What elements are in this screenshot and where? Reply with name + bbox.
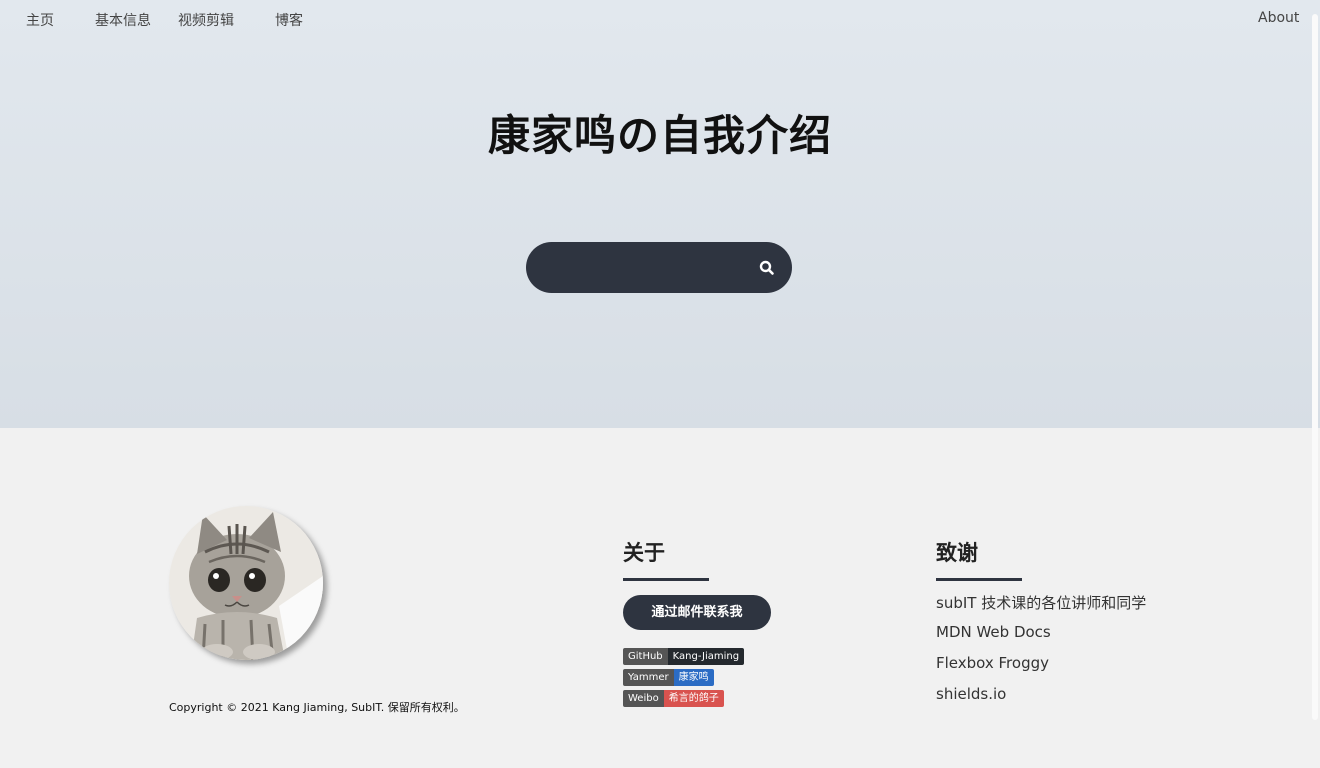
nav-item-about[interactable]: About: [1258, 10, 1299, 26]
search-input[interactable]: [546, 254, 746, 282]
thanks-link-flexbox-froggy[interactable]: Flexbox Froggy: [936, 654, 1049, 672]
about-heading-underline: [623, 578, 709, 581]
search-icon: [759, 260, 774, 275]
search-button[interactable]: [752, 253, 782, 283]
badge-label: Weibo: [623, 690, 664, 707]
weibo-badge[interactable]: Weibo 希言的鸽子: [623, 690, 724, 707]
thanks-item: subIT 技术课的各位讲师和同学: [936, 594, 1147, 612]
copyright-text: Copyright © 2021 Kang Jiaming, SubIT. 保留…: [169, 701, 465, 714]
about-heading: 关于: [623, 541, 665, 565]
thanks-heading-underline: [936, 578, 1022, 581]
thanks-link-shields[interactable]: shields.io: [936, 685, 1006, 703]
search-bar: [526, 242, 792, 293]
nav-item-home[interactable]: 主页: [26, 10, 54, 30]
nav-item-blog[interactable]: 博客: [275, 10, 303, 30]
badge-label: Yammer: [623, 669, 674, 686]
yammer-badge[interactable]: Yammer 康家鸣: [623, 669, 714, 686]
github-badge[interactable]: GitHub Kang-Jiaming: [623, 648, 745, 665]
cat-avatar-image: [169, 506, 323, 660]
thanks-link-mdn[interactable]: MDN Web Docs: [936, 623, 1051, 641]
avatar: [169, 506, 323, 660]
nav-item-basic-info[interactable]: 基本信息: [95, 10, 151, 30]
scrollbar[interactable]: [1312, 14, 1318, 720]
hero-section: 主页 基本信息 视频剪辑 博客 About 康家鸣の自我介绍: [0, 0, 1320, 428]
page-title: 康家鸣の自我介绍: [487, 111, 832, 160]
thanks-heading: 致谢: [936, 541, 978, 565]
nav-item-video-editing[interactable]: 视频剪辑: [178, 10, 234, 30]
contact-by-email-button[interactable]: 通过邮件联系我: [623, 595, 771, 630]
badge-label: GitHub: [623, 648, 668, 665]
badge-value: 希言的鸽子: [663, 690, 724, 707]
badge-value: Kang-Jiaming: [667, 648, 745, 665]
badge-value: 康家鸣: [673, 669, 714, 686]
